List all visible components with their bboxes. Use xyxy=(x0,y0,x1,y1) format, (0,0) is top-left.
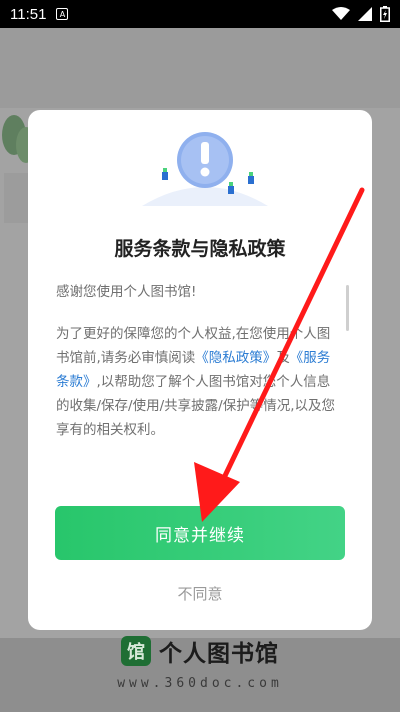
policy-paragraph: 为了更好的保障您的个人权益,在您使用个人图书馆前,请务必审慎阅读《隐私政策》及《… xyxy=(56,322,342,442)
brand-lockup: 馆 个人图书馆 xyxy=(0,634,400,668)
agree-button[interactable]: 同意并继续 xyxy=(55,506,345,560)
brand-name: 个人图书馆 xyxy=(159,641,279,667)
dialog-title: 服务条款与隐私政策 xyxy=(114,238,286,260)
warning-icon xyxy=(142,132,268,206)
notification-badge: A xyxy=(56,8,69,20)
wifi-icon xyxy=(332,7,350,20)
privacy-policy-link[interactable]: 《隐私政策》 xyxy=(195,350,276,366)
conjunction-text: 及 xyxy=(276,350,290,366)
status-icons xyxy=(332,6,390,22)
policy-text-2: ,以帮助您了解个人图书馆对您个人信息的收集/保存/使用/共享披露/保护等情况,以… xyxy=(56,374,335,438)
terms-privacy-dialog: 服务条款与隐私政策 感谢您使用个人图书馆! 为了更好的保障您的个人权益,在您使用… xyxy=(28,110,372,630)
greeting-text: 感谢您使用个人图书馆! xyxy=(56,284,197,300)
signal-icon xyxy=(358,7,372,21)
scrollbar[interactable] xyxy=(346,285,349,331)
brand-logo: 馆 xyxy=(121,636,151,666)
status-time: 11:51 xyxy=(10,5,47,23)
battery-icon xyxy=(380,6,390,22)
brand-url: www.360doc.com xyxy=(117,676,283,691)
dialog-body[interactable]: 感谢您使用个人图书馆! 为了更好的保障您的个人权益,在您使用个人图书馆前,请务必… xyxy=(56,280,342,492)
status-bar: 11:51 A xyxy=(0,0,400,28)
disagree-button[interactable]: 不同意 xyxy=(28,583,372,604)
